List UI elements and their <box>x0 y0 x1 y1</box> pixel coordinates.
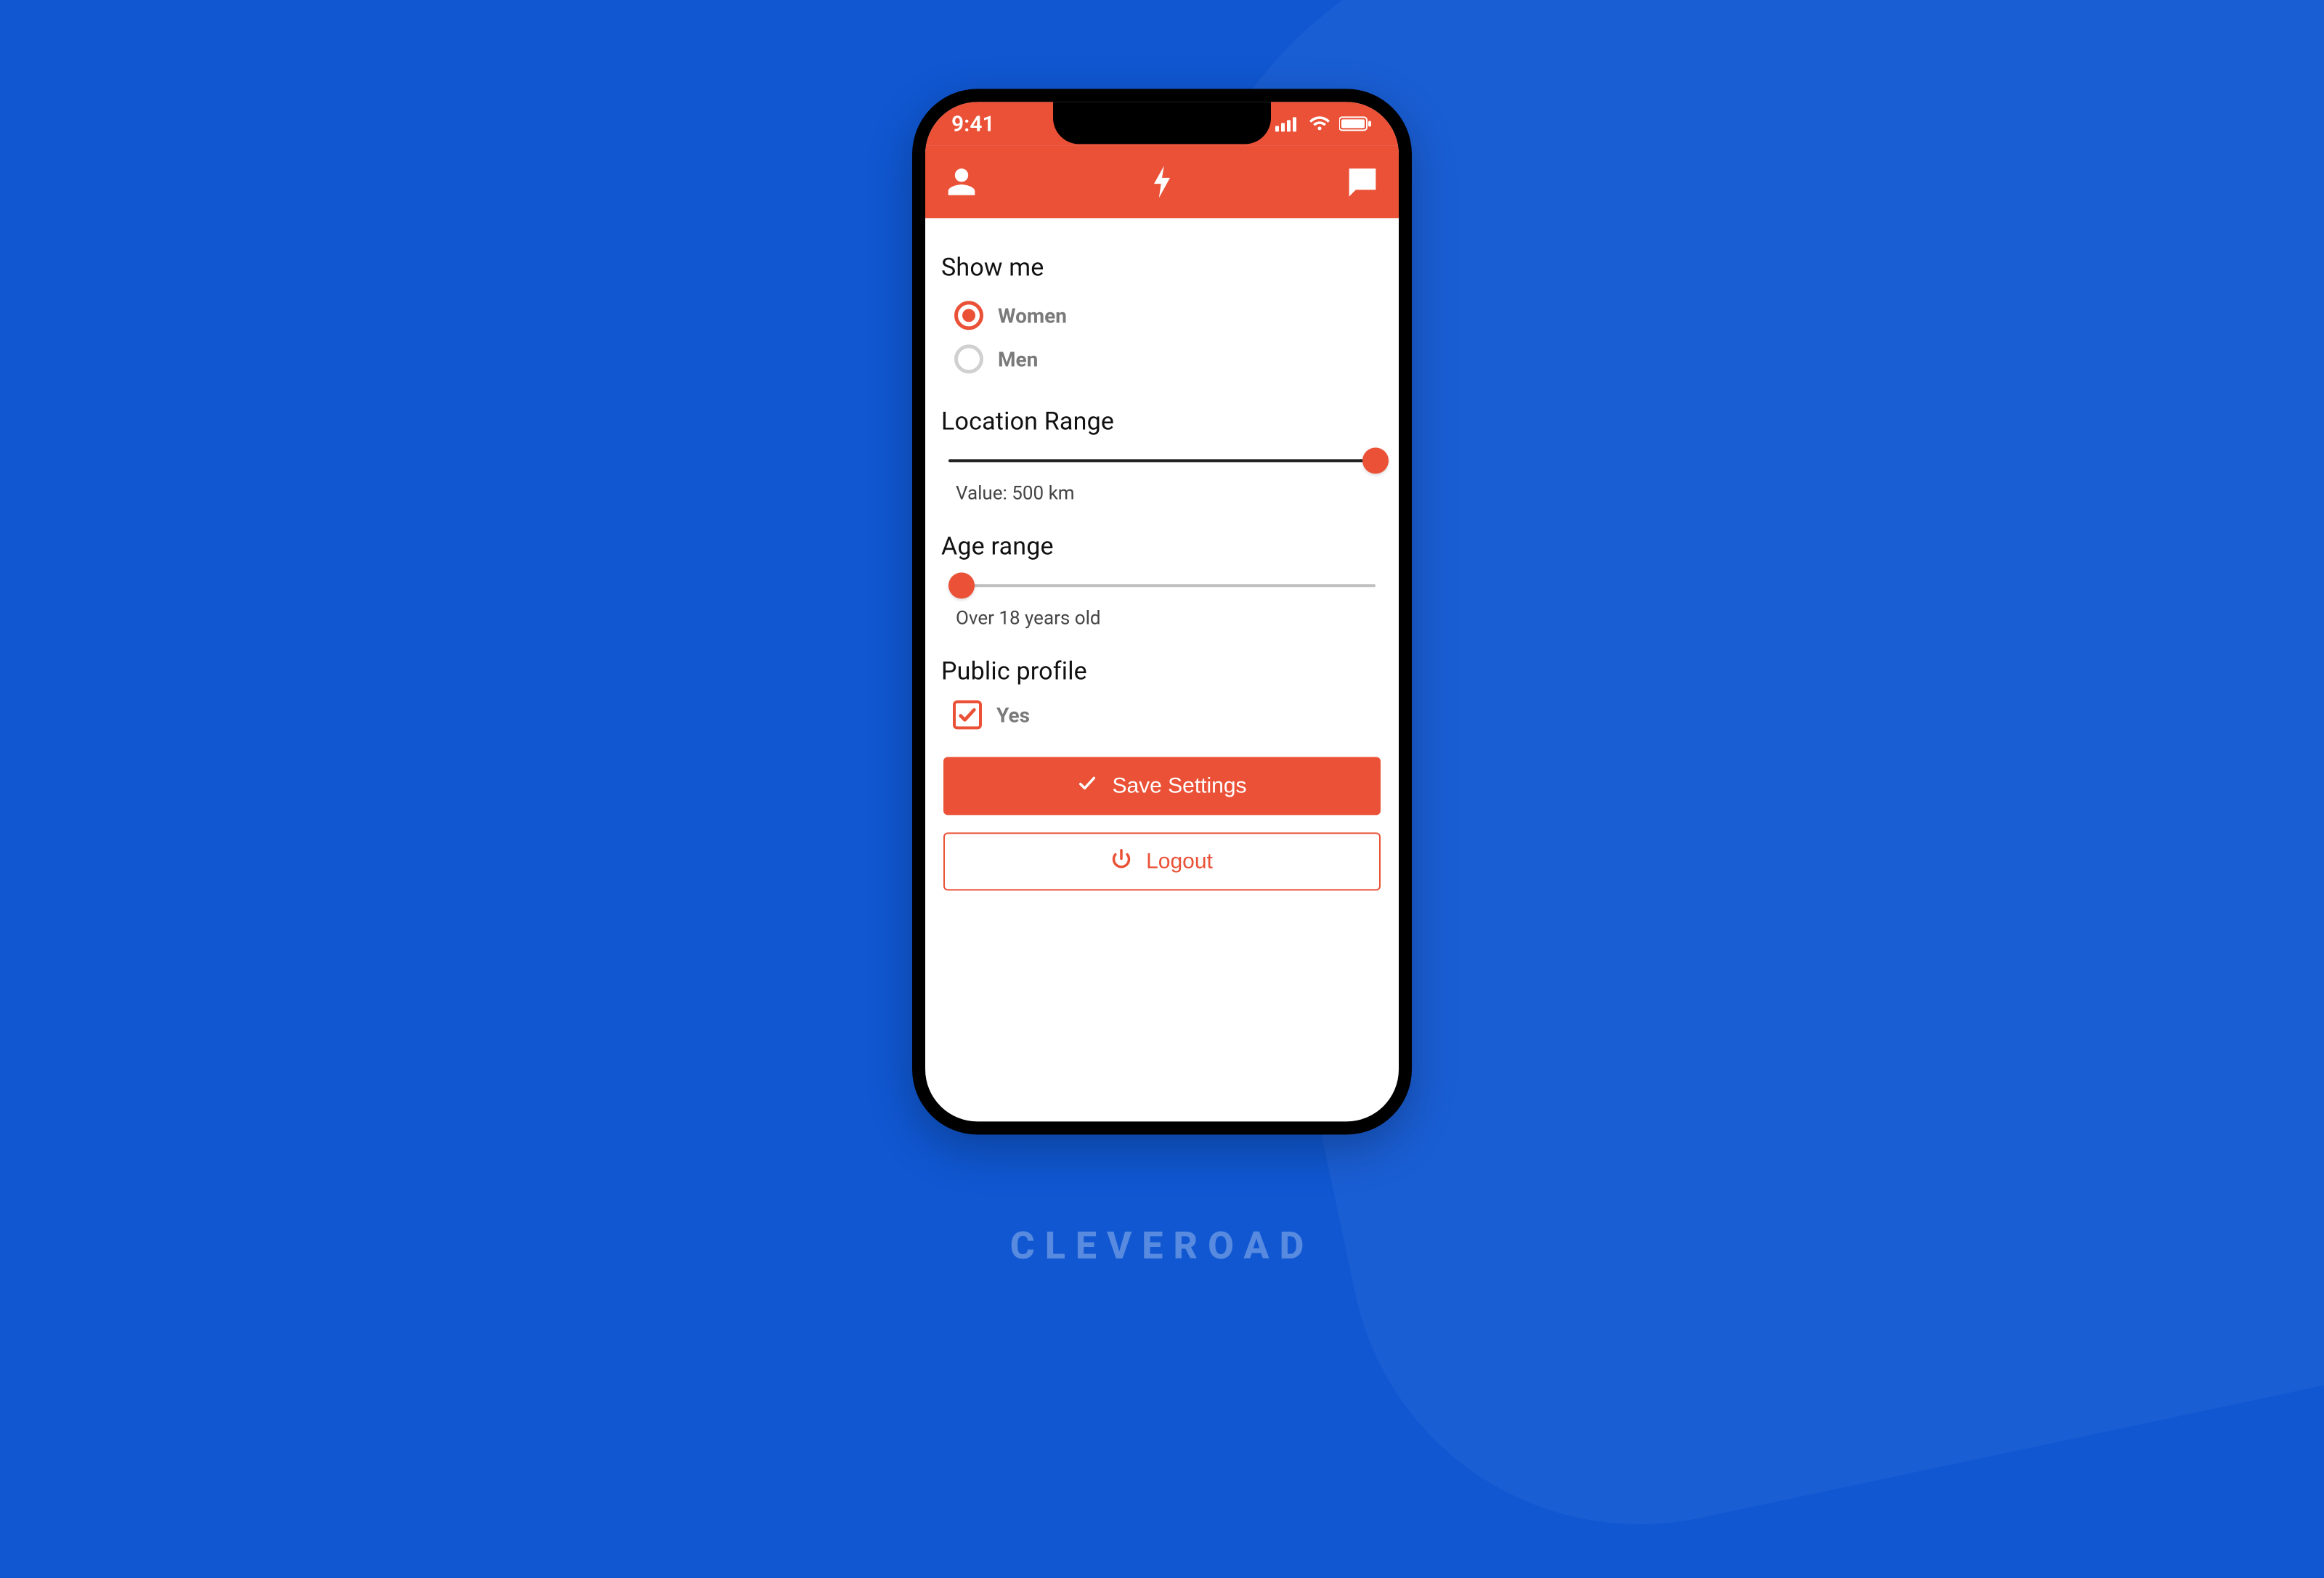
battery-icon <box>1339 115 1373 131</box>
radio-icon <box>954 301 983 330</box>
checkbox-icon <box>953 700 982 729</box>
save-button[interactable]: Save Settings <box>943 757 1381 815</box>
radio-option-men[interactable]: Men <box>941 340 1383 379</box>
slider-thumb[interactable] <box>948 572 975 598</box>
profile-icon[interactable] <box>941 161 982 202</box>
radio-option-women[interactable]: Women <box>941 296 1383 335</box>
slider-thumb[interactable] <box>1362 447 1389 473</box>
status-time: 9:41 <box>951 111 995 137</box>
location-range-title: Location Range <box>941 407 1383 436</box>
radio-icon <box>954 344 983 373</box>
signal-icon <box>1275 115 1300 131</box>
app-header <box>925 145 1399 218</box>
location-slider[interactable] <box>948 459 1376 462</box>
check-icon <box>1077 773 1097 799</box>
save-label: Save Settings <box>1112 773 1246 798</box>
phone-notch <box>1053 102 1271 144</box>
lightning-icon[interactable] <box>1142 161 1182 202</box>
age-range-title: Age range <box>941 532 1383 561</box>
age-value: Over 18 years old <box>948 607 1376 629</box>
phone-screen: 9:41 <box>925 102 1399 1121</box>
public-profile-checkbox[interactable]: Yes <box>941 700 1383 729</box>
public-profile-title: Public profile <box>941 656 1383 686</box>
power-icon <box>1111 848 1131 874</box>
radio-label: Women <box>998 304 1067 328</box>
show-me-title: Show me <box>941 253 1383 282</box>
age-slider[interactable] <box>948 584 1376 587</box>
action-buttons: Save Settings Logout <box>941 757 1383 890</box>
phone-frame: 9:41 <box>912 89 1412 1134</box>
age-range-section: Age range Over 18 years old <box>941 532 1383 629</box>
location-value: Value: 500 km <box>948 482 1376 504</box>
wifi-icon <box>1309 115 1330 131</box>
settings-content: Show me Women Men Location Range <box>925 218 1399 890</box>
location-range-section: Location Range Value: 500 km <box>941 407 1383 504</box>
public-profile-section: Public profile Yes <box>941 656 1383 729</box>
radio-label: Men <box>998 347 1038 371</box>
chat-icon[interactable] <box>1342 161 1383 202</box>
checkbox-label: Yes <box>996 703 1030 727</box>
logout-label: Logout <box>1146 849 1213 874</box>
logout-button[interactable]: Logout <box>943 832 1381 890</box>
brand-logo: CLEVEROAD <box>1010 1224 1315 1268</box>
show-me-section: Show me Women Men <box>941 253 1383 379</box>
